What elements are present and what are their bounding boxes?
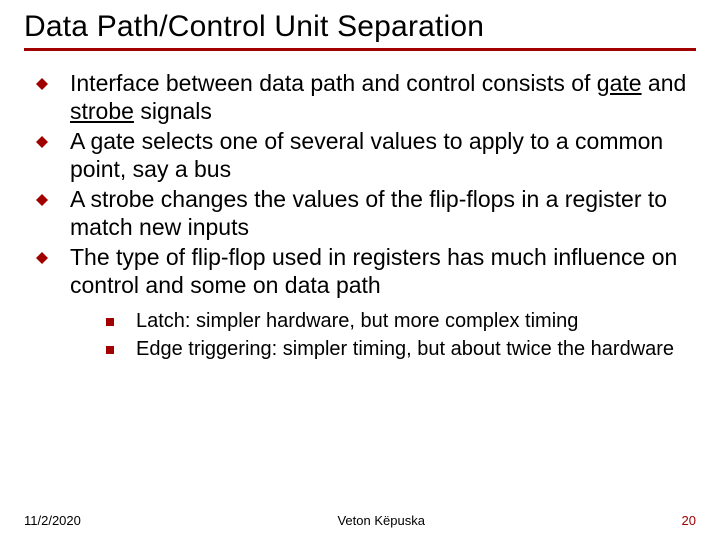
list-item: Latch: simpler hardware, but more comple… [106,309,692,335]
slide-title: Data Path/Control Unit Separation [24,10,696,44]
text-run: Interface between data path and control … [70,70,597,96]
sub-bullet-text: Latch: simpler hardware, but more comple… [136,309,578,335]
diamond-icon [36,136,48,148]
list-item: A strobe changes the values of the flip-… [36,185,692,241]
bullet-text: A strobe changes the values of the flip-… [70,185,692,241]
list-item: The type of flip-flop used in registers … [36,243,692,299]
bullet-text: Interface between data path and control … [70,69,692,125]
list-item: A gate selects one of several values to … [36,127,692,183]
bullet-text: The type of flip-flop used in registers … [70,243,692,299]
list-item: Interface between data path and control … [36,69,692,125]
diamond-icon [36,194,48,206]
bullet-text: A gate selects one of several values to … [70,127,692,183]
underlined-text: gate [597,70,642,96]
diamond-icon [36,78,48,90]
diamond-icon [36,252,48,264]
text-run: and [642,70,687,96]
list-item: Edge triggering: simpler timing, but abo… [106,337,692,363]
footer-author: Veton Këpuska [337,513,424,528]
sub-bullet-text: Edge triggering: simpler timing, but abo… [136,337,674,363]
title-block: Data Path/Control Unit Separation [24,10,696,44]
footer-date: 11/2/2020 [24,513,81,528]
footer-page-number: 20 [682,513,696,528]
sub-bullet-list: Latch: simpler hardware, but more comple… [106,309,692,362]
content-area: Interface between data path and control … [24,69,696,363]
title-underline [24,48,696,51]
text-run: signals [134,98,212,124]
square-icon [106,318,114,326]
main-bullet-list: Interface between data path and control … [36,69,692,299]
footer: 11/2/2020 Veton Këpuska 20 [0,513,720,528]
underlined-text: strobe [70,98,134,124]
square-icon [106,346,114,354]
